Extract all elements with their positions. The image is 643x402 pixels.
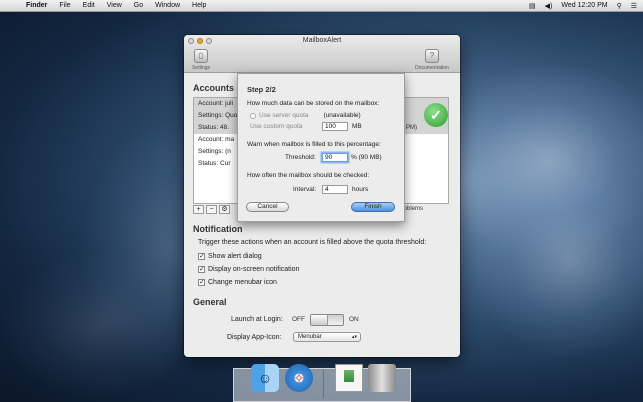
toggle-off-label: OFF	[292, 316, 305, 323]
app-icon-select[interactable]: Menubar ▴▾	[293, 332, 361, 342]
toggle-on-label: ON	[349, 316, 359, 323]
toolbar-settings-label: Settings	[191, 65, 211, 71]
list-icon[interactable]: ☰	[631, 2, 637, 10]
menu-window[interactable]: Window	[149, 2, 186, 9]
chevron-updown-icon: ▴▾	[351, 334, 357, 340]
notification-heading: Notification	[193, 224, 243, 234]
interval-unit: hours	[352, 186, 369, 193]
checkbox-checked-icon: ✓	[198, 253, 205, 260]
volume-icon[interactable]: ◀)	[545, 2, 553, 10]
trash-icon[interactable]	[368, 364, 396, 392]
mailbox-status-icon[interactable]: ▤	[529, 2, 536, 10]
menu-file[interactable]: File	[53, 2, 76, 9]
general-heading: General	[193, 297, 227, 307]
warn-question: Warn when mailbox is filled to this perc…	[247, 141, 381, 148]
radio-icon	[250, 112, 256, 119]
checkbox-label: Display on-screen notification	[208, 266, 300, 273]
checkbox-checked-icon: ✓	[198, 279, 205, 286]
onscreen-notification-checkbox[interactable]: ✓ Display on-screen notification	[198, 266, 299, 273]
clock[interactable]: Wed 12:20 PM	[561, 2, 607, 9]
app-icon-select-value: Menubar	[298, 334, 322, 340]
menu-help[interactable]: Help	[186, 2, 212, 9]
dock-separator	[323, 370, 324, 398]
toolbar-documentation-label: Documentation	[415, 65, 449, 71]
cancel-button[interactable]: Cancel	[246, 202, 289, 212]
finish-button[interactable]: Finish	[351, 202, 395, 212]
remove-account-button[interactable]: −	[206, 205, 217, 214]
interval-input[interactable]: 4	[322, 185, 348, 194]
window-title: MailboxAlert	[302, 37, 342, 44]
threshold-unit: % (90 MB)	[351, 154, 382, 161]
threshold-label: Threshold:	[285, 154, 316, 161]
checkbox-label: Change menubar icon	[208, 279, 277, 286]
notification-description: Trigger these actions when an account is…	[198, 239, 427, 246]
search-icon[interactable]: ⚲	[617, 2, 622, 10]
gear-icon[interactable]: ⚙	[219, 205, 230, 214]
custom-quota-radio[interactable]: Use custom quota	[250, 123, 302, 130]
help-icon: ?	[425, 49, 439, 63]
app-icon-label: Display App-Icon:	[227, 334, 282, 341]
server-quota-radio[interactable]: Use server quota (unavailable)	[250, 112, 361, 119]
settings-icon: ▯	[194, 49, 208, 63]
quota-input[interactable]: 100	[322, 122, 348, 131]
toolbar-documentation[interactable]: ? Documentation	[410, 49, 454, 71]
threshold-input[interactable]: 90	[322, 153, 348, 162]
menu-edit[interactable]: Edit	[77, 2, 101, 9]
titlebar: MailboxAlert ▯ Settings ? Documentation	[184, 35, 460, 73]
safari-icon[interactable]: ✧	[285, 364, 313, 392]
server-quota-note: (unavailable)	[323, 112, 361, 119]
checkbox-checked-icon: ✓	[198, 266, 205, 273]
menubar: Finder File Edit View Go Window Help ▤ ◀…	[0, 0, 643, 12]
accounts-heading: Accounts	[193, 83, 235, 93]
quota-setup-sheet: Step 2/2 How much data can be stored on …	[237, 73, 405, 222]
add-account-button[interactable]: +	[193, 205, 204, 214]
interval-question: How often the mailbox should be checked:	[247, 172, 370, 179]
storage-question: How much data can be stored on the mailb…	[247, 100, 380, 107]
finder-icon[interactable]: ☺	[251, 364, 279, 392]
show-alert-checkbox[interactable]: ✓ Show alert dialog	[198, 253, 262, 260]
interval-label: Interval:	[293, 186, 317, 193]
checkbox-label: Show alert dialog	[208, 253, 262, 260]
step-title: Step 2/2	[247, 85, 276, 94]
radio-label: Use custom quota	[250, 123, 303, 130]
menu-app-finder[interactable]: Finder	[20, 2, 53, 9]
radio-label: Use server quota	[259, 112, 309, 119]
menu-view[interactable]: View	[101, 2, 128, 9]
accounts-toolbar: + − ⚙	[193, 205, 230, 214]
status-ok-icon: ✓	[424, 103, 448, 127]
launch-at-login-label: Launch at Login:	[231, 316, 283, 323]
menu-go[interactable]: Go	[128, 2, 149, 9]
launch-at-login-toggle[interactable]	[310, 314, 344, 326]
change-menubar-icon-checkbox[interactable]: ✓ Change menubar icon	[198, 279, 277, 286]
preview-document-icon[interactable]	[335, 364, 363, 392]
quota-unit: MB	[352, 123, 362, 130]
toolbar-settings[interactable]: ▯ Settings	[190, 49, 212, 71]
